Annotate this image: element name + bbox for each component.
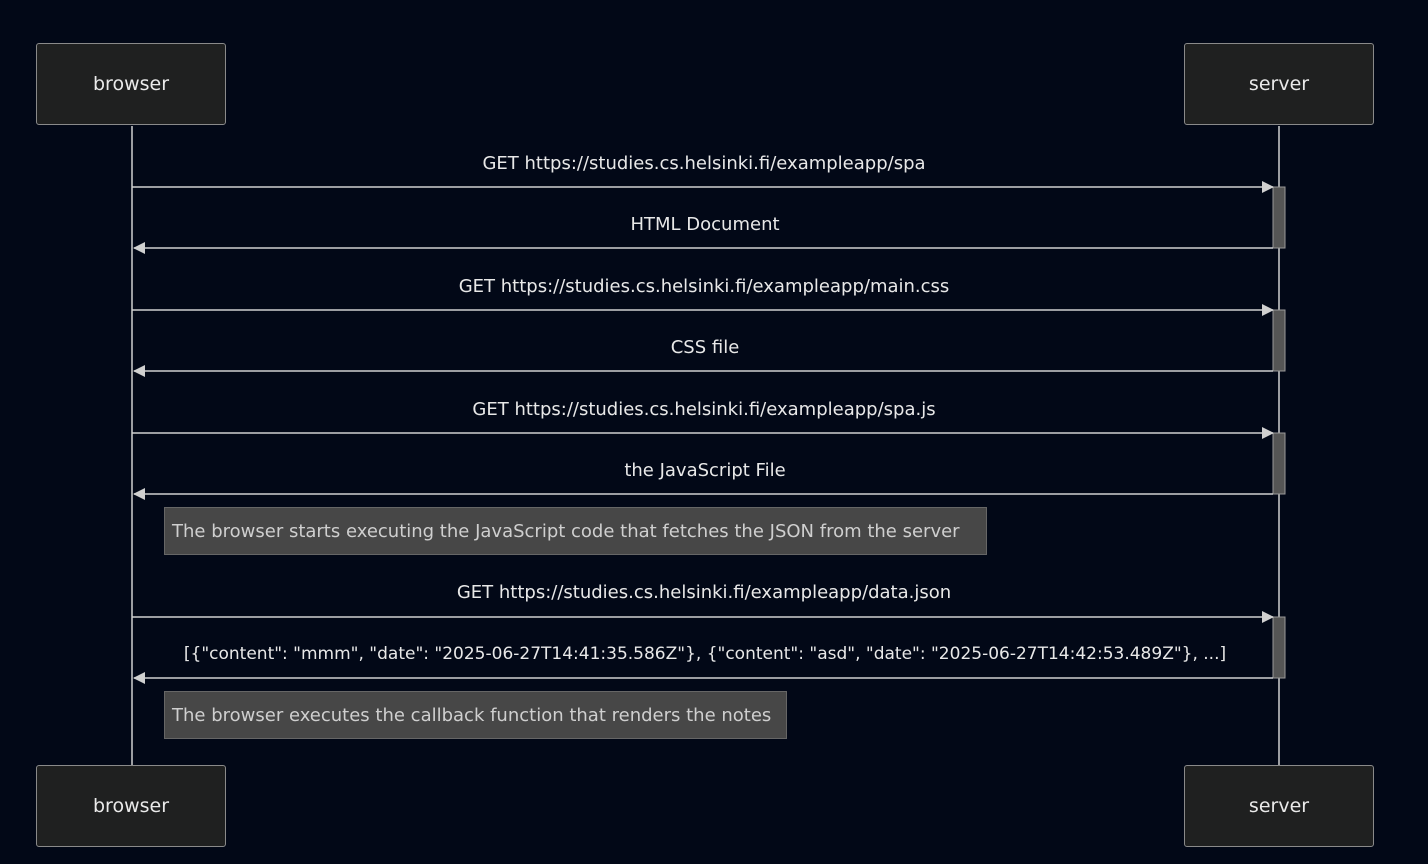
server-activation bbox=[1272, 432, 1286, 495]
server-actor-top: server bbox=[1184, 43, 1374, 125]
server-activation bbox=[1272, 309, 1286, 372]
message-label: [{"content": "mmm", "date": "2025-06-27T… bbox=[183, 644, 1227, 664]
note-text: The browser executes the callback functi… bbox=[172, 704, 772, 726]
server-activation bbox=[1272, 616, 1286, 679]
note: The browser executes the callback functi… bbox=[164, 691, 787, 739]
message-label: GET https://studies.cs.helsinki.fi/examp… bbox=[472, 399, 936, 420]
actor-label: browser bbox=[92, 73, 170, 95]
message-label: GET https://studies.cs.helsinki.fi/examp… bbox=[456, 582, 952, 603]
note: The browser starts executing the JavaScr… bbox=[164, 507, 987, 555]
message-label: the JavaScript File bbox=[624, 460, 786, 481]
actor-label: browser bbox=[92, 795, 170, 817]
sequence-diagram: browser server browser server GET https:… bbox=[0, 0, 1428, 864]
note-text: The browser starts executing the JavaScr… bbox=[172, 520, 960, 542]
message-label: GET https://studies.cs.helsinki.fi/examp… bbox=[482, 153, 926, 174]
actor-label: server bbox=[1248, 795, 1310, 817]
server-activation bbox=[1272, 186, 1286, 249]
message-label: CSS file bbox=[670, 337, 740, 358]
actor-label: server bbox=[1248, 73, 1310, 95]
browser-actor-bottom: browser bbox=[36, 765, 226, 847]
message-label: HTML Document bbox=[630, 214, 780, 235]
server-actor-bottom: server bbox=[1184, 765, 1374, 847]
browser-actor-top: browser bbox=[36, 43, 226, 125]
message-label: GET https://studies.cs.helsinki.fi/examp… bbox=[458, 276, 950, 297]
